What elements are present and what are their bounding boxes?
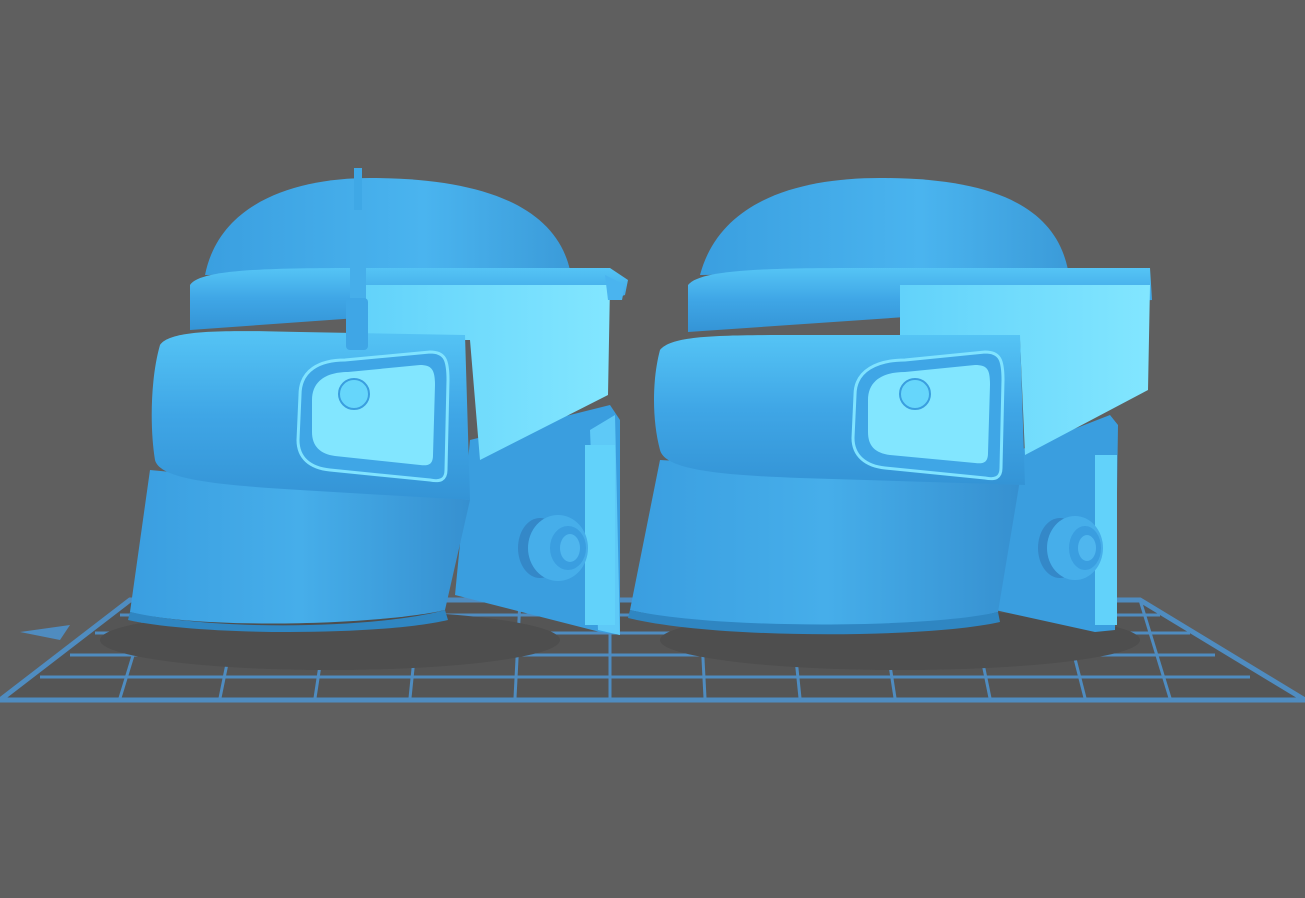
helmet-with-antenna[interactable] xyxy=(128,168,628,635)
side-knob xyxy=(1038,516,1103,580)
scene-canvas[interactable] xyxy=(0,0,1305,898)
3d-viewport[interactable] xyxy=(0,0,1305,898)
side-knob xyxy=(518,515,588,581)
helmet-without-antenna[interactable] xyxy=(628,178,1152,635)
visor-window xyxy=(851,350,1005,481)
visor-window xyxy=(296,350,450,483)
